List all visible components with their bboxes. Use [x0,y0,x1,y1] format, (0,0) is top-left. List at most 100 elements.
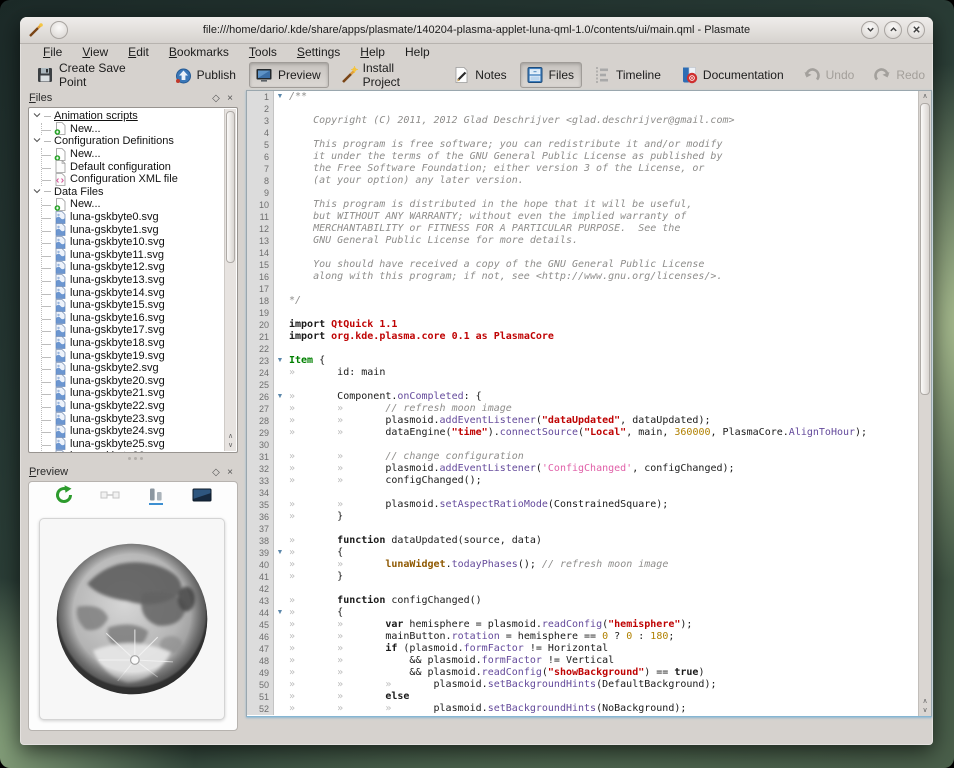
code-editor[interactable]: 1▼/**23 Copyright (C) 2011, 2012 Glad De… [246,90,932,717]
tree-item[interactable]: luna-gskbyte1.svg [42,223,237,236]
code-line[interactable]: 45» » var hemisphere = plasmoid.readConf… [247,619,931,631]
float-panel-icon[interactable]: ◇ [209,91,223,105]
tree-item[interactable]: luna-gskbyte26.svg [42,450,237,453]
code-line[interactable]: 13 GNU General Public License for more d… [247,235,931,247]
menu-bookmarks[interactable]: Bookmarks [160,44,238,60]
code-line[interactable]: 20import QtQuick 1.1 [247,319,931,331]
tree-item[interactable]: luna-gskbyte11.svg [42,249,237,262]
toolbar-button-files[interactable]: Files [520,62,582,88]
expander-icon[interactable] [33,136,43,146]
preview-tool-form-factor[interactable] [144,485,168,509]
expander-icon[interactable] [33,187,43,197]
code-line[interactable]: 27» » // refresh moon image [247,403,931,415]
code-line[interactable]: 33» » configChanged(); [247,475,931,487]
preview-tool-resize-handles[interactable] [98,485,122,509]
expander-icon[interactable] [33,111,43,121]
panel-splitter-handle[interactable] [80,457,190,462]
tree-item[interactable]: luna-gskbyte0.svg [42,211,237,224]
maximize-button[interactable] [884,21,902,39]
scroll-up-icon[interactable]: ∧ [919,697,931,706]
code-line[interactable]: 21import org.kde.plasma.core 0.1 as Plas… [247,331,931,343]
code-line[interactable]: 47» » if (plasmoid.formFactor != Horizon… [247,643,931,655]
code-line[interactable]: 50» » » plasmoid.setBackgroundHints(Defa… [247,679,931,691]
toolbar-button-undo[interactable]: Undo [797,62,863,88]
code-line[interactable]: 11 but WITHOUT ANY WARRANTY; without eve… [247,211,931,223]
fold-marker-icon[interactable]: ▼ [274,355,286,367]
toolbar-button-redo[interactable]: Redo [867,62,933,88]
toolbar-button-notes[interactable]: Notes [446,62,514,88]
toolbar-button-timeline[interactable]: Timeline [587,62,669,88]
tree-item[interactable]: luna-gskbyte13.svg [42,274,237,287]
editor-scrollbar[interactable]: ∧ ∧ ∨ [918,91,931,716]
code-line[interactable]: 5 This program is free software; you can… [247,139,931,151]
tree-item[interactable]: luna-gskbyte18.svg [42,337,237,350]
float-panel-icon[interactable]: ◇ [209,465,223,479]
tree-item[interactable]: luna-gskbyte20.svg [42,374,237,387]
tree-item[interactable]: New... [42,198,237,211]
tree-item[interactable]: luna-gskbyte15.svg [42,299,237,312]
close-button[interactable] [907,21,925,39]
editor-scrollbar-thumb[interactable] [920,103,930,395]
toolbar-button-publish[interactable]: Publish [168,62,244,88]
tree-item[interactable]: Default configuration [42,160,237,173]
code-line[interactable]: 14 [247,247,931,259]
code-line[interactable]: 43» function configChanged() [247,595,931,607]
code-line[interactable]: 18*/ [247,295,931,307]
tree-folder-animation-scripts[interactable]: Animation scripts [33,110,237,123]
minimize-button[interactable] [861,21,879,39]
scroll-up-icon[interactable]: ∧ [225,432,236,441]
close-panel-icon[interactable]: × [223,465,237,479]
toolbar-button-preview[interactable]: Preview [249,62,329,88]
code-line[interactable]: 52» » » plasmoid.setBackgroundHints(NoBa… [247,703,931,715]
code-line[interactable]: 2 [247,103,931,115]
tree-item[interactable]: New... [42,123,237,136]
code-line[interactable]: 19 [247,307,931,319]
code-line[interactable]: 23▼Item { [247,355,931,367]
code-line[interactable]: 29» » dataEngine("time").connectSource("… [247,427,931,439]
code-line[interactable]: 42 [247,583,931,595]
titlebar[interactable]: file:///home/dario/.kde/share/apps/plasm… [20,17,933,44]
code-line[interactable]: 39▼» { [247,547,931,559]
code-line[interactable]: 16 along with this program; if not, see … [247,271,931,283]
code-line[interactable]: 8 (at your option) any later version. [247,175,931,187]
code-line[interactable]: 22 [247,343,931,355]
tree-item[interactable]: luna-gskbyte10.svg [42,236,237,249]
preview-tool-desktop-view[interactable] [190,485,214,509]
code-line[interactable]: 46» » mainButton.rotation = hemisphere =… [247,631,931,643]
menu-tools[interactable]: Tools [240,44,286,60]
code-line[interactable]: 4 [247,127,931,139]
code-line[interactable]: 48» » && plasmoid.formFactor != Vertical [247,655,931,667]
tree-item[interactable]: luna-gskbyte12.svg [42,261,237,274]
fold-marker-icon[interactable]: ▼ [274,391,286,403]
tree-item[interactable]: Configuration XML file [42,173,237,186]
code-line[interactable]: 36» } [247,511,931,523]
code-line[interactable]: 15 You should have received a copy of th… [247,259,931,271]
tree-item[interactable]: luna-gskbyte25.svg [42,437,237,450]
code-line[interactable]: 41» } [247,571,931,583]
code-line[interactable]: 9 [247,187,931,199]
tree-folder-configuration-definitions[interactable]: Configuration Definitions [33,135,237,148]
code-line[interactable]: 31» » // change configuration [247,451,931,463]
tree-item[interactable]: luna-gskbyte23.svg [42,412,237,425]
fold-marker-icon[interactable]: ▼ [274,547,286,559]
code-line[interactable]: 28» » plasmoid.addEventListener("dataUpd… [247,415,931,427]
code-line[interactable]: 17 [247,283,931,295]
code-line[interactable]: 34 [247,487,931,499]
tree-item[interactable]: luna-gskbyte24.svg [42,425,237,438]
code-line[interactable]: 3 Copyright (C) 2011, 2012 Glad Deschrij… [247,115,931,127]
code-line[interactable]: 51» » else [247,691,931,703]
code-line[interactable]: 40» » lunaWidget.todayPhases(); // refre… [247,559,931,571]
tree-item[interactable]: luna-gskbyte2.svg [42,362,237,375]
code-line[interactable]: 24» id: main [247,367,931,379]
scroll-up-icon[interactable]: ∧ [919,92,931,101]
tree-item[interactable]: luna-gskbyte17.svg [42,324,237,337]
preview-tool-refresh[interactable] [52,485,76,509]
toolbar-button-create-save-point[interactable]: Create Save Point [30,58,163,92]
scroll-down-icon[interactable]: ∨ [919,706,931,715]
tree-item[interactable]: luna-gskbyte19.svg [42,349,237,362]
code-line[interactable]: 1▼/** [247,91,931,103]
code-line[interactable]: 25 [247,379,931,391]
code-line[interactable]: 30 [247,439,931,451]
file-tree-scrollbar[interactable]: ∧ ∨ [224,109,236,451]
tree-item[interactable]: luna-gskbyte21.svg [42,387,237,400]
